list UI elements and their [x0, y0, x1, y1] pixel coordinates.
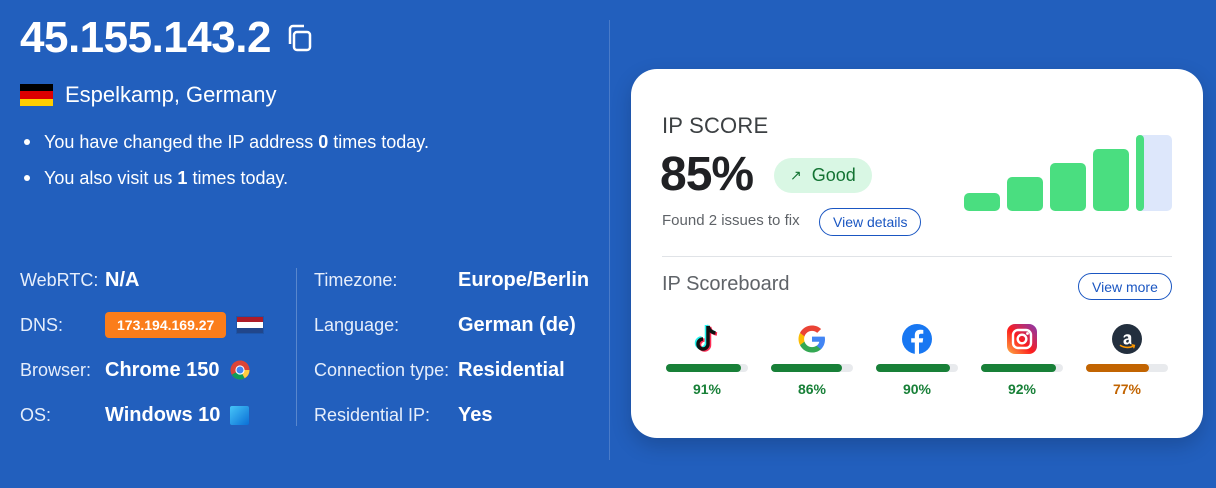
score-fill [876, 364, 950, 372]
language-value: German (de) [458, 313, 576, 336]
score-fill [981, 364, 1057, 372]
list-item: You have changed the IP address 0 times … [24, 124, 429, 160]
score-percent: 91% [692, 381, 722, 397]
view-details-button[interactable]: View details [819, 208, 922, 236]
connection-row: Connection type: Residential [314, 358, 565, 381]
score-fill [1086, 364, 1150, 372]
score-fill [771, 364, 842, 372]
amazon-icon [1112, 324, 1142, 354]
browser-row: Browser: Chrome 150 [20, 355, 250, 385]
status-badge: ↗ Good [774, 158, 872, 193]
info-divider [296, 268, 297, 426]
score-track [876, 364, 958, 372]
google-icon [798, 325, 825, 353]
site-score-amazon: 77% [1086, 321, 1168, 397]
facebook-icon [902, 324, 932, 354]
score-track [1086, 364, 1168, 372]
score-bar [964, 193, 1000, 211]
score-fill [666, 364, 741, 372]
windows-icon [230, 405, 250, 425]
timezone-value: Europe/Berlin [458, 268, 590, 291]
score-track [771, 364, 853, 372]
os-row: OS: Windows 10 [20, 400, 250, 430]
residential-value: Yes [458, 403, 493, 426]
score-percent: 92% [1007, 381, 1037, 397]
os-value: Windows 10 [105, 403, 221, 426]
score-bar [1136, 135, 1144, 211]
site-score-instagram: 92% [981, 321, 1063, 397]
score-bar [1050, 163, 1086, 211]
language-row: Language: German (de) [314, 313, 576, 336]
instagram-icon [1007, 324, 1037, 354]
ip-address: 45.155.143.2 [20, 13, 271, 62]
score-value: 85% [660, 148, 754, 201]
list-item: You also visit us 1 times today. [24, 160, 429, 196]
score-percent: 77% [1112, 381, 1142, 397]
location-text: Espelkamp, Germany [65, 82, 277, 107]
site-score-facebook: 90% [876, 321, 958, 397]
tiktok-icon [694, 324, 718, 352]
score-percent: 90% [902, 381, 932, 397]
browser-value: Chrome 150 [105, 358, 220, 381]
score-track [666, 364, 748, 372]
copy-icon[interactable] [285, 23, 315, 53]
score-percent: 86% [797, 381, 827, 397]
ip-header: 45.155.143.2 [20, 10, 315, 66]
dns-row: DNS: 173.194.169.27 [20, 310, 265, 340]
netherlands-flag-icon [236, 316, 265, 334]
score-track [981, 364, 1063, 372]
webrtc-value: N/A [105, 268, 140, 291]
timezone-row: Timezone: Europe/Berlin [314, 268, 590, 291]
ip-score-card: IP SCORE 85% ↗ Good Found 2 issues to fi… [631, 69, 1203, 438]
germany-flag-icon [20, 84, 53, 106]
site-score-tiktok: 91% [666, 321, 748, 397]
connection-value: Residential [458, 358, 565, 381]
issues-text: Found 2 issues to fix [662, 212, 800, 229]
site-score-google: 86% [771, 321, 853, 397]
score-meter [964, 135, 1172, 211]
score-title: IP SCORE [662, 113, 769, 138]
residential-row: Residential IP: Yes [314, 403, 493, 426]
webrtc-row: WebRTC: N/A [20, 268, 140, 291]
chrome-icon [230, 360, 249, 380]
scoreboard-title: IP Scoreboard [662, 273, 790, 295]
dns-badge: 173.194.169.27 [105, 312, 227, 338]
visit-stats: You have changed the IP address 0 times … [24, 124, 429, 196]
view-more-button[interactable]: View more [1078, 273, 1172, 300]
card-divider [662, 256, 1172, 257]
location-row: Espelkamp, Germany [20, 82, 277, 108]
section-divider [609, 20, 610, 460]
score-bar [1093, 149, 1129, 211]
score-bar [1007, 177, 1043, 211]
arrow-up-right-icon: ↗ [790, 167, 802, 183]
